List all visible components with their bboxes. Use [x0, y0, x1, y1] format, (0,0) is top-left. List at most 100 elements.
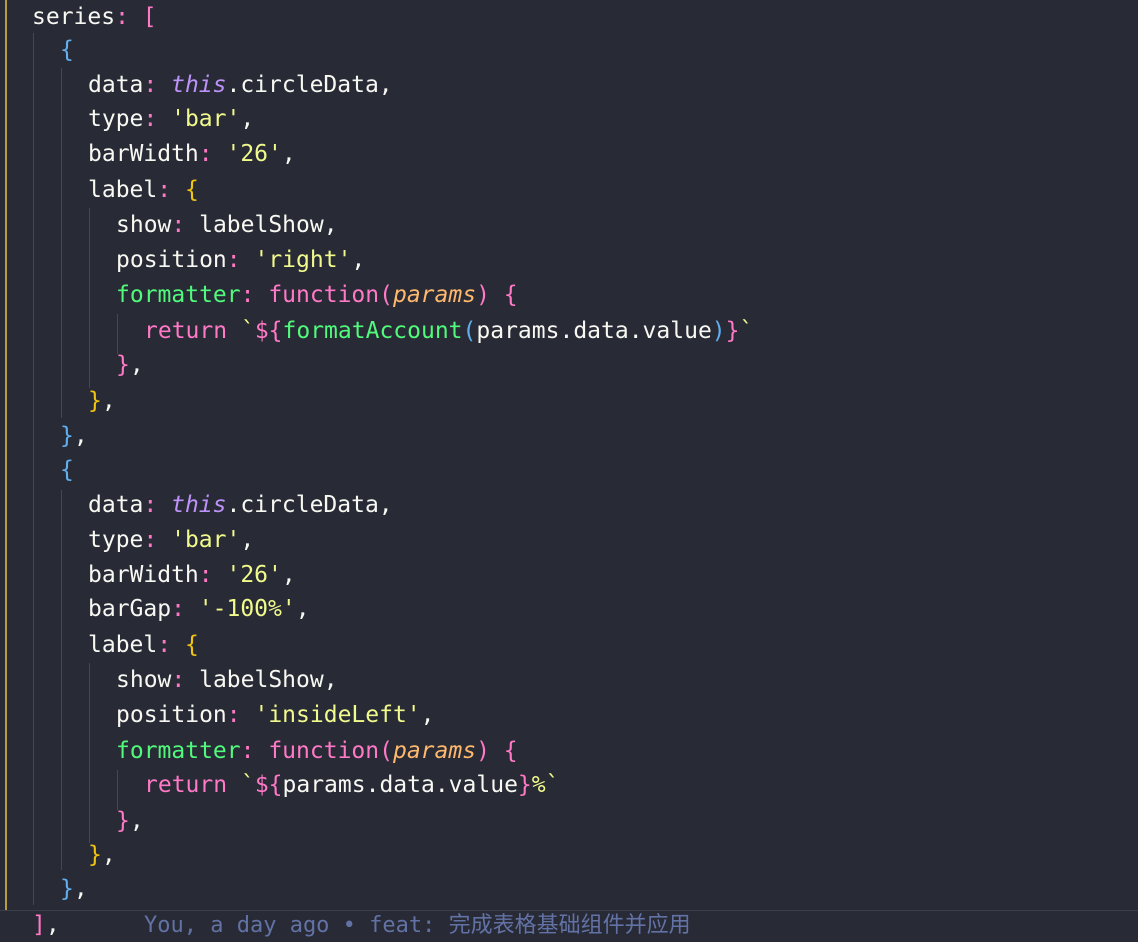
- indent-guide: [61, 490, 62, 870]
- data-key: data: [88, 492, 144, 518]
- code-line[interactable]: formatter: function(params) {: [116, 734, 518, 769]
- code-line[interactable]: formatter: function(params) {: [116, 278, 518, 313]
- brace-close: }: [88, 388, 102, 414]
- comma: ,: [351, 247, 366, 273]
- code-line[interactable]: return `${formatAccount(params.data.valu…: [144, 314, 753, 349]
- position-key: position: [116, 247, 227, 273]
- code-line[interactable]: },: [116, 348, 144, 383]
- params-value: params.data.value: [282, 772, 518, 798]
- interp-close: }: [517, 772, 532, 798]
- type-key: type: [88, 106, 144, 132]
- colon: :: [198, 562, 227, 588]
- code-line[interactable]: },: [60, 419, 88, 454]
- paren-open: (: [379, 282, 393, 308]
- position-value: 'insideLeft': [254, 702, 421, 728]
- brace-close: }: [116, 808, 130, 834]
- comma: ,: [420, 702, 435, 728]
- code-line[interactable]: position: 'right',: [116, 243, 365, 278]
- code-line[interactable]: position: 'insideLeft',: [116, 698, 435, 733]
- brace-open: {: [184, 632, 199, 658]
- backtick: `: [739, 318, 754, 344]
- comma: ,: [129, 352, 144, 378]
- brace-close: }: [116, 352, 130, 378]
- paren-close: ): [711, 318, 726, 344]
- code-line[interactable]: label: {: [88, 628, 199, 663]
- function-keyword: function: [268, 282, 380, 308]
- code-line[interactable]: },: [88, 384, 116, 419]
- code-line[interactable]: barWidth: '26',: [88, 137, 296, 172]
- code-line[interactable]: label: {: [88, 173, 199, 208]
- code-line[interactable]: return `${params.data.value}%`: [144, 768, 560, 803]
- code-line[interactable]: type: 'bar',: [88, 523, 254, 558]
- label-key: label: [88, 632, 158, 658]
- code-line[interactable]: ],: [32, 908, 60, 942]
- code-line[interactable]: },: [116, 804, 144, 839]
- brace-close: }: [60, 876, 74, 902]
- comma: ,: [101, 388, 116, 414]
- backtick: `: [240, 318, 255, 344]
- code-line[interactable]: barWidth: '26',: [88, 558, 296, 593]
- colon: :: [171, 212, 200, 238]
- brace-open: {: [60, 457, 74, 483]
- indent-guide: [33, 33, 34, 905]
- indent-guide: [89, 208, 90, 388]
- format-account-call: formatAccount: [282, 318, 463, 344]
- brace-open: {: [184, 177, 199, 203]
- bargap-key: barGap: [88, 596, 172, 622]
- position-value: 'right': [254, 247, 352, 273]
- git-blame-annotation: You, a day ago • feat: 完成表格基础组件并应用: [144, 913, 691, 938]
- code-line[interactable]: },: [88, 838, 116, 873]
- code-editor[interactable]: series: [ { data: this.circleData, type:…: [0, 0, 1138, 942]
- barwidth-value: '26': [226, 141, 282, 167]
- bargap-value: '-100%': [198, 596, 296, 622]
- circle-data: .circleData,: [226, 72, 393, 98]
- paren-close: ): [476, 282, 490, 308]
- colon: :: [115, 4, 143, 30]
- colon: :: [143, 492, 172, 518]
- comma: ,: [129, 808, 144, 834]
- code-line[interactable]: type: 'bar',: [88, 102, 254, 137]
- label-key: label: [88, 177, 158, 203]
- interp-open: ${: [254, 772, 283, 798]
- code-line[interactable]: data: this.circleData,: [88, 488, 393, 523]
- colon: :: [143, 106, 172, 132]
- label-show: labelShow,: [199, 667, 338, 693]
- code-line[interactable]: },: [60, 872, 88, 907]
- comma: ,: [295, 596, 310, 622]
- brace-open: {: [503, 738, 518, 764]
- brace-close: }: [60, 423, 74, 449]
- percent-sign: %: [531, 772, 546, 798]
- series-key: series: [32, 4, 116, 30]
- comma: ,: [240, 106, 255, 132]
- indent-guide: [5, 0, 7, 910]
- code-line[interactable]: data: this.circleData,: [88, 68, 393, 103]
- bracket-close: ]: [32, 912, 46, 938]
- backtick: `: [545, 772, 560, 798]
- function-keyword: function: [268, 738, 380, 764]
- colon: :: [143, 527, 172, 553]
- bracket-open: [: [142, 4, 157, 30]
- colon: :: [143, 72, 172, 98]
- brace-open: {: [60, 37, 74, 63]
- code-line[interactable]: barGap: '-100%',: [88, 592, 310, 627]
- comma: ,: [240, 527, 255, 553]
- this-keyword: this: [171, 72, 227, 98]
- data-key: data: [88, 72, 144, 98]
- code-line[interactable]: show: labelShow,: [116, 663, 338, 698]
- colon: :: [198, 141, 227, 167]
- comma: ,: [73, 876, 88, 902]
- code-line[interactable]: {: [60, 453, 74, 488]
- comma: ,: [281, 562, 296, 588]
- position-key: position: [116, 702, 227, 728]
- code-line[interactable]: {: [60, 33, 74, 68]
- interp-close: }: [725, 318, 740, 344]
- colon: :: [157, 632, 185, 658]
- params-arg: params: [392, 738, 477, 764]
- code-line[interactable]: series: [: [32, 0, 157, 35]
- comma: ,: [101, 842, 116, 868]
- code-line[interactable]: show: labelShow,: [116, 208, 338, 243]
- barwidth-key: barWidth: [88, 141, 199, 167]
- label-show: labelShow,: [199, 212, 338, 238]
- colon: :: [171, 596, 199, 622]
- show-key: show: [116, 212, 172, 238]
